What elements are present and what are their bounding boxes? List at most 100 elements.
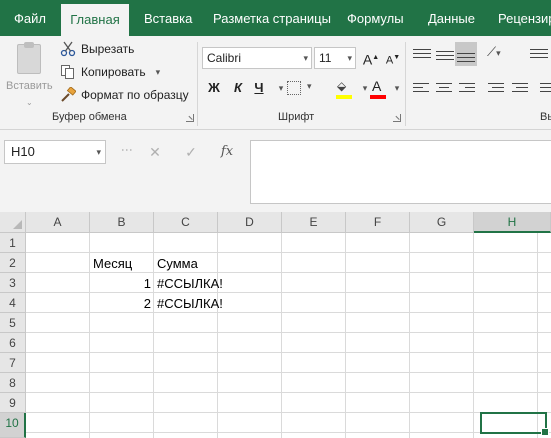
row-header-8[interactable]: 8 xyxy=(0,373,26,393)
font-name-value: Calibri xyxy=(207,51,242,65)
chevron-down-icon: ⌄ xyxy=(26,98,33,107)
formula-bar: H10 ▾ ⋮ ✕ ✓ fx xyxy=(0,130,551,212)
cell-b4[interactable]: 2 xyxy=(90,294,154,314)
cut-button[interactable]: Вырезать xyxy=(60,38,134,60)
chevron-down-icon[interactable]: ▾ xyxy=(156,67,161,78)
copy-button[interactable]: Копировать ▾ xyxy=(60,61,160,83)
row-header-7[interactable]: 7 xyxy=(0,353,26,373)
name-box[interactable]: H10 ▾ xyxy=(4,140,106,164)
tab-data[interactable]: Данные xyxy=(428,0,475,36)
cell-b3[interactable]: 1 xyxy=(90,274,154,294)
bold-button[interactable]: Ж xyxy=(203,77,225,99)
italic-button[interactable]: К xyxy=(227,77,249,99)
ribbon-tab-bar: Файл Главная Вставка Разметка страницы Ф… xyxy=(0,0,551,36)
column-header-b[interactable]: B xyxy=(90,212,154,233)
underline-button[interactable]: Ч xyxy=(248,77,270,99)
orientation-button[interactable]: ⟋▾ xyxy=(487,44,517,62)
align-center-icon[interactable] xyxy=(436,80,454,96)
formula-input[interactable] xyxy=(250,140,551,204)
select-all-button[interactable] xyxy=(0,212,26,233)
close-icon: ✕ xyxy=(149,144,161,160)
chevron-down-icon: ▾ xyxy=(496,48,501,58)
font-size-value: 11 xyxy=(319,51,332,65)
check-icon: ✓ xyxy=(185,144,197,160)
increase-indent-icon[interactable] xyxy=(512,80,530,96)
font-name-combo[interactable]: Calibri ▾ xyxy=(202,47,312,69)
copy-label: Копировать xyxy=(81,65,146,79)
chevron-down-icon: ▾ xyxy=(347,53,352,63)
paste-label: Вставить xyxy=(6,80,53,92)
grow-font-button[interactable]: A▲ xyxy=(360,47,382,69)
format-painter-label: Формат по образцу xyxy=(81,88,189,102)
drag-handle-icon[interactable]: ⋮ xyxy=(120,144,134,157)
grow-font-icon: A xyxy=(362,51,373,68)
column-header-e[interactable]: E xyxy=(282,212,346,233)
row-header-3[interactable]: 3 xyxy=(0,273,26,293)
alignment-group-label: Вы xyxy=(540,111,551,123)
cell-b2[interactable]: Месяц xyxy=(90,254,154,274)
row-header-5[interactable]: 5 xyxy=(0,313,26,333)
tab-page-layout[interactable]: Разметка страницы xyxy=(213,0,331,36)
cut-label: Вырезать xyxy=(81,42,135,56)
name-box-value: H10 xyxy=(11,144,35,159)
cancel-button[interactable]: ✕ xyxy=(140,140,170,164)
cell-c2[interactable]: Сумма xyxy=(154,254,234,274)
spreadsheet-grid: A B C D E F G H 1 2 3 4 5 6 7 8 9 10 Мес… xyxy=(0,212,551,438)
row-header-2[interactable]: 2 xyxy=(0,253,26,273)
align-right-icon[interactable] xyxy=(459,80,477,96)
tab-formulas[interactable]: Формулы xyxy=(347,0,404,36)
clipboard-dialog-launcher-icon[interactable] xyxy=(186,114,194,122)
column-header-c[interactable]: C xyxy=(154,212,218,233)
cell-c3[interactable]: #ССЫЛКА! xyxy=(154,274,234,294)
column-header-g[interactable]: G xyxy=(410,212,474,233)
row-header-4[interactable]: 4 xyxy=(0,293,26,313)
align-middle-icon[interactable] xyxy=(436,48,454,64)
row-header-6[interactable]: 6 xyxy=(0,333,26,353)
ribbon-home: Вставить ⌄ Вырезать Копировать ▾ Формат … xyxy=(0,36,551,130)
row-header-9[interactable]: 9 xyxy=(0,393,26,413)
scissors-icon xyxy=(60,41,76,57)
row-header-10[interactable]: 10 xyxy=(0,413,26,438)
copy-icon xyxy=(60,64,76,80)
merge-center-icon[interactable] xyxy=(540,80,551,96)
clipboard-icon xyxy=(17,42,41,74)
format-painter-button[interactable]: Формат по образцу xyxy=(60,84,189,106)
function-icon: fx xyxy=(220,144,234,159)
column-header-a[interactable]: A xyxy=(26,212,90,233)
decrease-indent-icon[interactable] xyxy=(488,80,506,96)
tab-file[interactable]: Файл xyxy=(14,0,46,36)
cell-c4[interactable]: #ССЫЛКА! xyxy=(154,294,234,314)
tab-review[interactable]: Рецензиро xyxy=(498,0,551,36)
chevron-down-icon: ▾ xyxy=(96,147,101,157)
align-bottom-button[interactable] xyxy=(455,42,477,66)
shrink-font-button[interactable]: A▼ xyxy=(382,47,404,69)
font-size-combo[interactable]: 11 ▾ xyxy=(314,47,356,69)
align-left-icon[interactable] xyxy=(413,80,431,96)
borders-button[interactable]: ▾ xyxy=(287,81,327,97)
paintbrush-icon xyxy=(60,86,77,103)
highlight-color-bar xyxy=(336,95,352,99)
font-color-bar xyxy=(370,95,386,99)
insert-function-button[interactable]: fx xyxy=(212,140,242,164)
active-cell-h10[interactable] xyxy=(480,412,549,436)
font-group-label: Шрифт xyxy=(278,111,315,123)
column-header-h[interactable]: H xyxy=(474,212,551,233)
tab-home[interactable]: Главная xyxy=(61,4,129,36)
column-header-d[interactable]: D xyxy=(218,212,282,233)
align-top-icon[interactable] xyxy=(413,46,431,62)
borders-icon xyxy=(287,81,301,95)
paste-button[interactable]: Вставить ⌄ xyxy=(6,42,53,108)
font-color-button[interactable]: A xyxy=(368,78,388,100)
fill-color-button[interactable]: ⬙ xyxy=(334,78,356,100)
font-dialog-launcher-icon[interactable] xyxy=(393,114,401,122)
row-header-1[interactable]: 1 xyxy=(0,233,26,253)
font-color-icon: A xyxy=(372,78,382,94)
enter-button[interactable]: ✓ xyxy=(176,140,206,164)
column-header-f[interactable]: F xyxy=(346,212,410,233)
group-separator xyxy=(405,42,406,126)
chevron-down-icon: ▾ xyxy=(307,81,312,91)
group-separator xyxy=(197,42,198,126)
tab-insert[interactable]: Вставка xyxy=(144,0,192,36)
wrap-text-icon[interactable] xyxy=(530,46,548,62)
align-bottom-icon xyxy=(457,50,475,66)
